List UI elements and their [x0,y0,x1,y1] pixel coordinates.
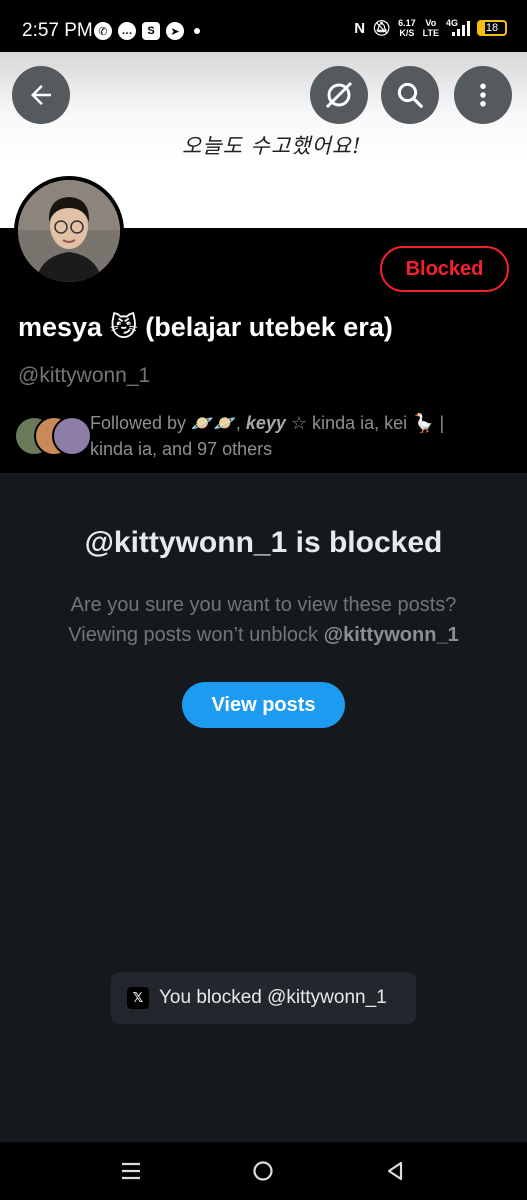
followed-by-row[interactable]: Followed by 🪐🪐, keyy ☆ kinda ia, kei 🪿 |… [14,410,514,464]
triangle-back-icon [387,1161,403,1181]
profile-handle: @kittywonn_1 [18,364,151,387]
grok-button[interactable] [310,66,368,124]
signal-indicator: 4G [446,18,470,36]
blocked-title: @kittywonn_1 is blocked [84,526,443,559]
back-button[interactable] [12,66,70,124]
mute-bell-icon: 🔕︎ [372,20,392,37]
blocked-description: Are you sure you want to view these post… [68,594,459,646]
net-speed: 6.17 K/S [398,18,416,38]
status-app-icons: ✆ … S ➤ [94,22,200,40]
followed-by-text: Followed by 🪐🪐, keyy ☆ kinda ia, kei 🪿 |… [90,413,445,459]
whatsapp-icon: ✆ [94,22,112,40]
chat-icon: … [118,22,136,40]
toast-notification: 𝕏 You blocked @kittywonn_1 [111,972,416,1024]
banner-handwriting: 오늘도 수고했어요! [182,134,362,158]
status-indicators: N 🔕︎ 6.17 K/S Vo LTE 4G 18 [354,18,507,38]
recents-button[interactable] [116,1156,146,1186]
home-button[interactable] [248,1156,278,1186]
more-vertical-icon [480,83,486,107]
menu-lines-icon [122,1162,140,1180]
battery-icon: 18 [477,20,507,36]
shop-icon: S [142,22,160,40]
nfc-icon: N [354,19,366,37]
avatar[interactable] [14,176,124,286]
more-notifications-dot [194,28,200,34]
avatar-portrait [18,180,120,282]
view-posts-button[interactable]: View posts [182,682,345,728]
arrow-left-icon [31,85,51,105]
back-nav-button[interactable] [380,1156,410,1186]
status-time: 2:57 PM [22,20,93,41]
volte-indicator: Vo LTE [422,18,439,38]
grok-icon [325,81,353,109]
x-logo-icon: 𝕏 [127,987,149,1009]
avatar-photo [18,180,120,282]
display-name: mesya 😼 (belajar utebek era) [18,312,393,342]
system-navigation-bar [0,1142,527,1200]
follower-avatar [52,416,92,456]
telegram-icon: ➤ [166,22,184,40]
more-options-button[interactable] [454,66,512,124]
search-button[interactable] [381,66,439,124]
toast-message: You blocked @kittywonn_1 [159,987,387,1008]
search-icon [397,82,423,108]
blocked-button[interactable]: Blocked [380,246,509,292]
home-circle-icon [253,1161,273,1181]
